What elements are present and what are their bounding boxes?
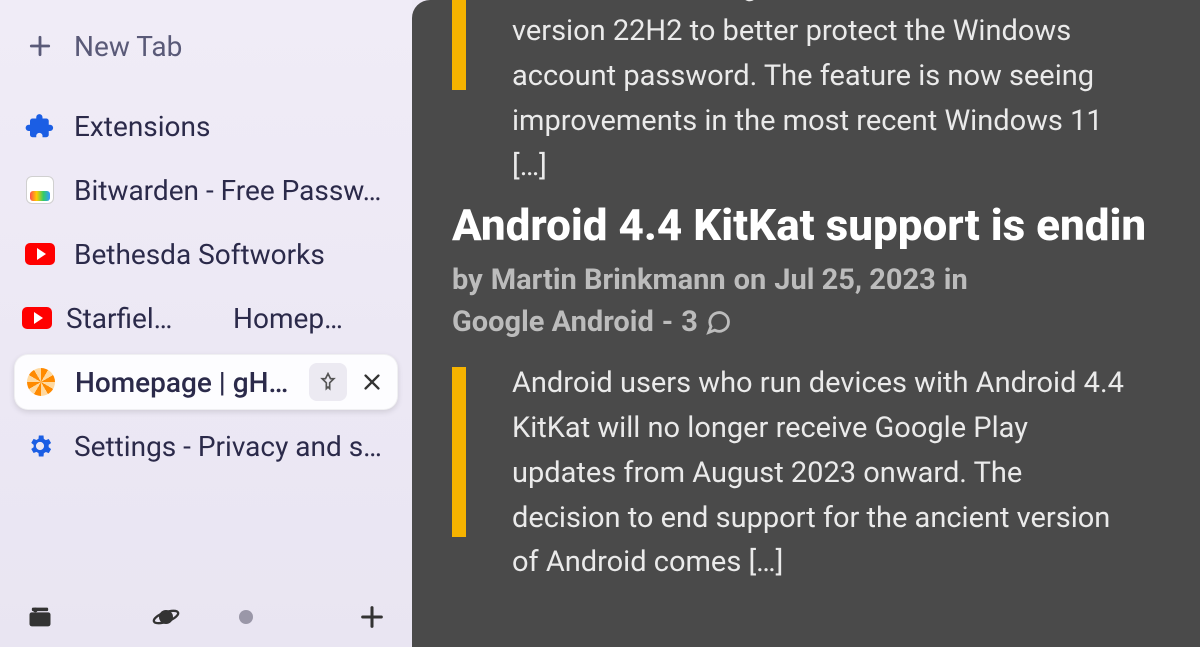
bitwarden-icon: [24, 174, 56, 206]
tab-list: New Tab Extensions Bitwarden - Free Pass…: [14, 18, 398, 593]
tab-label: Homepage | gH…: [75, 366, 291, 399]
add-workspace-button[interactable]: [352, 597, 392, 637]
sidebar: New Tab Extensions Bitwarden - Free Pass…: [0, 0, 412, 647]
close-tab-button[interactable]: [353, 363, 391, 401]
puzzle-icon: [24, 110, 56, 142]
page-content: Enhanced Phishing Protection in Windows …: [412, 0, 1200, 647]
gear-icon: [24, 430, 56, 462]
byline-date: Jul 25, 2023: [774, 263, 936, 297]
tab-starfield[interactable]: Starfiel…: [14, 290, 201, 346]
byline-author[interactable]: Martin Brinkmann: [491, 263, 726, 297]
article-headline[interactable]: Android 4.4 KitKat support is endin: [452, 199, 1160, 251]
article-2: Android 4.4 KitKat support is endin by M…: [452, 199, 1160, 586]
site-icon: [25, 366, 57, 398]
accent-bar: [452, 367, 466, 537]
byline-in: in: [944, 263, 968, 297]
tab-bitwarden[interactable]: Bitwarden - Free Passw…: [14, 162, 398, 218]
tab-homepage-split[interactable]: Homep…: [211, 290, 398, 346]
tab-label: Homep…: [233, 302, 343, 335]
new-tab-label: New Tab: [74, 30, 388, 63]
tab-bethesda[interactable]: Bethesda Softworks: [14, 226, 398, 282]
tab-settings[interactable]: Settings - Privacy and s…: [14, 418, 398, 474]
youtube-icon: [22, 307, 52, 329]
tab-label: Settings - Privacy and s…: [74, 430, 388, 463]
planet-icon[interactable]: [146, 597, 186, 637]
tab-extensions[interactable]: Extensions: [14, 98, 398, 154]
youtube-icon: [24, 238, 56, 270]
byline-sep: -: [662, 305, 673, 339]
tab-homepage-active[interactable]: Homepage | gH…: [14, 354, 398, 410]
accent-bar: [452, 0, 466, 90]
tab-label: Bitwarden - Free Passw…: [74, 174, 388, 207]
plus-icon: [24, 30, 56, 62]
split-tab-row: Starfiel… Homep…: [14, 290, 398, 346]
comment-icon: [704, 308, 732, 336]
byline-on: on: [734, 263, 767, 297]
new-tab-button[interactable]: New Tab: [14, 18, 398, 74]
byline-by: by: [452, 263, 483, 297]
tab-label: Extensions: [74, 110, 388, 143]
comment-count[interactable]: 3: [681, 305, 732, 339]
dot-icon[interactable]: [226, 597, 266, 637]
archive-icon[interactable]: [20, 597, 60, 637]
tab-label: Bethesda Softworks: [74, 238, 388, 271]
tab-label: Starfiel…: [66, 302, 172, 335]
article-byline: by Martin Brinkmann on Jul 25, 2023 in G…: [452, 263, 1160, 339]
pin-tab-button[interactable]: [309, 363, 347, 401]
tab-actions: [309, 363, 391, 401]
article-excerpt: Enhanced Phishing Protection in Windows …: [512, 0, 1132, 189]
article-excerpt: Android users who run devices with Andro…: [512, 361, 1132, 586]
article-1: Enhanced Phishing Protection in Windows …: [452, 0, 1160, 189]
sidebar-bottom-bar: [14, 593, 398, 639]
byline-category[interactable]: Google Android: [452, 305, 654, 339]
